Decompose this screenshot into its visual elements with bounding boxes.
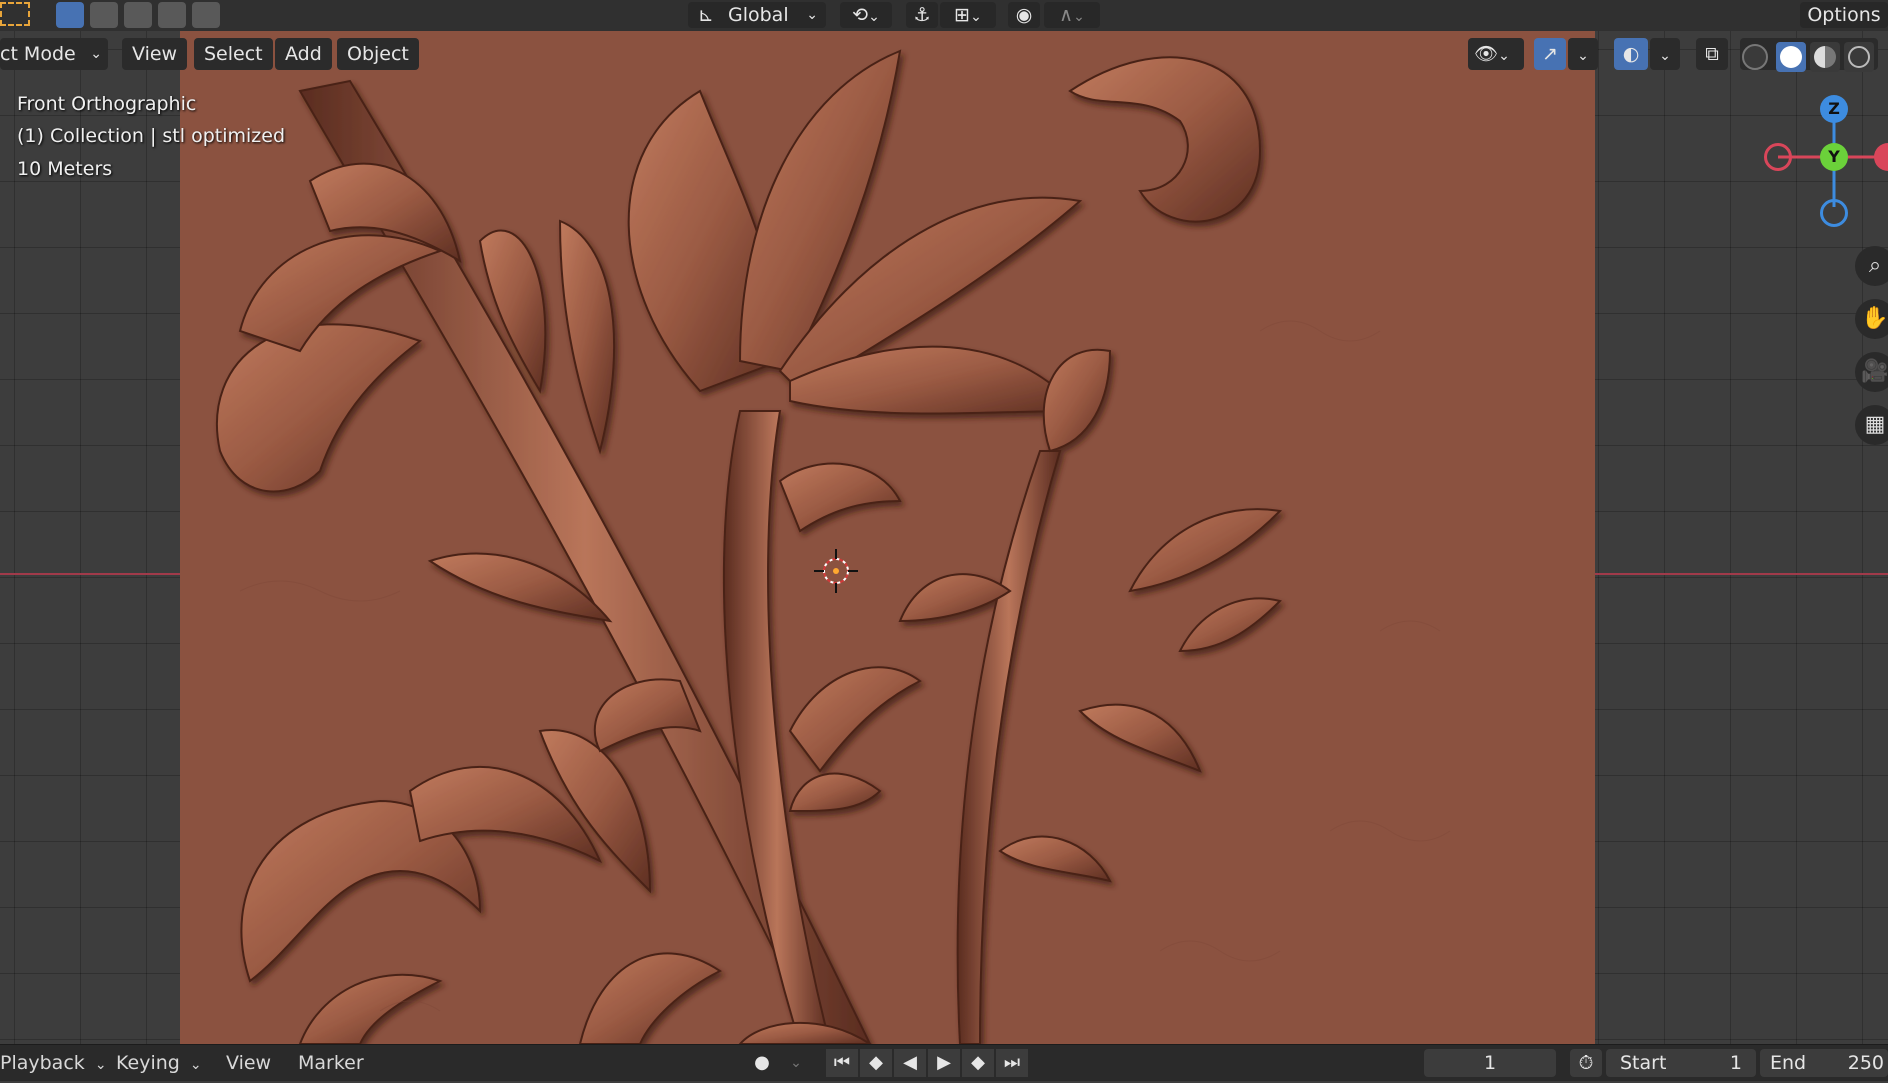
camera-icon[interactable]: 🎥 [1855, 352, 1888, 392]
record-icon[interactable]: ● [746, 1049, 778, 1077]
playback-menu[interactable]: Playback ⌄ [0, 1045, 107, 1081]
select-box-invert-icon[interactable] [158, 2, 186, 28]
snap-icon: ⚓ [913, 4, 931, 26]
keying-menu[interactable]: Keying ⌄ [116, 1045, 202, 1081]
current-frame-value: 1 [1483, 1052, 1497, 1074]
transform-orientation-dropdown[interactable]: ⊾ Global ⌄ [688, 2, 826, 28]
snap-increment-icon: ⊞ [954, 4, 971, 26]
end-value: 250 [1847, 1052, 1884, 1074]
wireframe-shading-icon[interactable] [1742, 44, 1768, 70]
visibility-icon: 👁 [1474, 43, 1499, 65]
options-label: Options [1807, 4, 1881, 26]
material-shading-icon[interactable] [1810, 42, 1840, 72]
gizmo-z-axis[interactable]: Z [1820, 95, 1848, 123]
add-menu[interactable]: Add [275, 38, 332, 70]
end-frame-field[interactable]: End 250 [1760, 1049, 1888, 1077]
gizmo-neg-x-axis[interactable] [1764, 143, 1792, 171]
pivot-point-dropdown[interactable]: ⟲⌄ [840, 2, 892, 28]
gizmo-dropdown[interactable]: ⌄ [1568, 38, 1598, 70]
chevron-down-icon: ⌄ [970, 9, 982, 25]
grid-scale-label: 10 Meters [17, 158, 113, 180]
select-box-extend-icon[interactable] [90, 2, 118, 28]
end-label: End [1770, 1052, 1807, 1074]
view-menu[interactable]: View [122, 38, 188, 70]
collection-label: (1) Collection | stl optimized [17, 125, 286, 147]
proportional-edit-toggle[interactable]: ◉ [1008, 2, 1040, 28]
overlay-dropdown[interactable]: ⌄ [1650, 38, 1680, 70]
visibility-dropdown[interactable]: 👁⌄ [1468, 38, 1524, 70]
gizmo-y-axis[interactable]: Y [1820, 143, 1848, 171]
chevron-down-icon: ⌄ [1073, 9, 1085, 25]
options-button[interactable]: Options [1800, 2, 1888, 28]
xray-icon: ⧉ [1705, 43, 1719, 65]
orientation-label: Global [728, 4, 789, 26]
overlay-icon: ◐ [1622, 43, 1640, 65]
view-name-label: Front Orthographic [17, 93, 197, 115]
jump-end-icon[interactable]: ⏭ [996, 1049, 1028, 1077]
select-box-new-icon[interactable] [56, 2, 84, 28]
solid-shading-icon[interactable] [1776, 42, 1806, 72]
hand-pan-icon[interactable]: ✋ [1855, 299, 1888, 339]
snap-target-dropdown[interactable]: ⊞⌄ [940, 2, 996, 28]
current-frame-field[interactable]: 1 [1424, 1049, 1556, 1077]
chevron-down-icon: ⌄ [1498, 48, 1510, 64]
select-box-subtract-icon[interactable] [124, 2, 152, 28]
gizmo-icon: ↗ [1542, 43, 1558, 65]
chevron-down-icon: ⌄ [94, 1057, 107, 1073]
rendered-shading-icon[interactable] [1844, 42, 1874, 72]
navigation-gizmo[interactable]: Z Y [1760, 91, 1888, 251]
chevron-down-icon: ⌄ [189, 1057, 202, 1073]
object-menu[interactable]: Object [337, 38, 419, 70]
chevron-down-icon: ⌄ [868, 9, 880, 25]
timeline-view-menu[interactable]: View [226, 1045, 271, 1081]
chevron-down-icon: ⌄ [806, 7, 818, 23]
playback-label: Playback [0, 1052, 85, 1074]
select-menu[interactable]: Select [194, 38, 273, 70]
floral-carving-illustration [215, 49, 1451, 1044]
keying-label: Keying [116, 1052, 180, 1074]
marker-menu[interactable]: Marker [298, 1045, 364, 1081]
stopwatch-icon: ⏱ [1578, 1052, 1594, 1074]
object-mode-dropdown[interactable]: ct Mode ⌄ [0, 38, 108, 70]
next-keyframe-icon[interactable]: ◆ [962, 1049, 994, 1077]
chevron-down-icon: ⌄ [1659, 48, 1671, 64]
preview-range-toggle[interactable]: ⏱ [1570, 1049, 1602, 1077]
proportional-falloff-dropdown[interactable]: ∧⌄ [1044, 2, 1100, 28]
chevron-down-icon: ⌄ [90, 46, 102, 62]
prev-keyframe-icon[interactable]: ◆ [860, 1049, 892, 1077]
transform-pivot-icon: ⟲ [852, 4, 869, 26]
overlay-toggle[interactable]: ◐ [1614, 38, 1648, 70]
jump-start-icon[interactable]: ⏮ [826, 1049, 858, 1077]
start-label: Start [1620, 1052, 1667, 1074]
start-value: 1 [1729, 1052, 1742, 1074]
gizmo-neg-z-axis[interactable] [1820, 199, 1848, 227]
grid-icon[interactable]: ▦ [1855, 405, 1888, 445]
gizmo-toggle[interactable]: ↗ [1534, 38, 1566, 70]
snap-toggle[interactable]: ⚓ [906, 2, 938, 28]
carved-relief-model[interactable] [180, 31, 1595, 1044]
proportional-edit-icon: ◉ [1015, 4, 1033, 26]
record-options-chevron-icon[interactable]: ⌄ [780, 1049, 812, 1077]
tool-cursor-icon[interactable] [0, 2, 30, 26]
play-icon[interactable]: ▶ [928, 1049, 960, 1077]
falloff-curve-icon: ∧ [1059, 4, 1074, 26]
xray-toggle[interactable]: ⧉ [1696, 38, 1728, 70]
timeline-header: Playback ⌄ Keying ⌄ View Marker ● ⌄ ⏮ ◆ … [0, 1044, 1888, 1081]
zoom-icon[interactable]: ⌕ [1855, 246, 1888, 286]
chevron-down-icon: ⌄ [1577, 48, 1589, 64]
orientation-icon: ⊾ [698, 4, 714, 26]
select-box-intersect-icon[interactable] [192, 2, 220, 28]
mode-label: ct Mode [0, 43, 76, 65]
start-frame-field[interactable]: Start 1 [1606, 1049, 1756, 1077]
3d-cursor-icon[interactable] [814, 549, 858, 593]
3d-viewport[interactable]: Z Y ⌕ ✋ 🎥 ▦ Front Orthographic (1) Colle… [0, 31, 1888, 1044]
play-reverse-icon[interactable]: ◀ [894, 1049, 926, 1077]
top-header-bar: ⊾ Global ⌄ ⟲⌄ ⚓ ⊞⌄ ◉ ∧⌄ Options [0, 0, 1888, 32]
